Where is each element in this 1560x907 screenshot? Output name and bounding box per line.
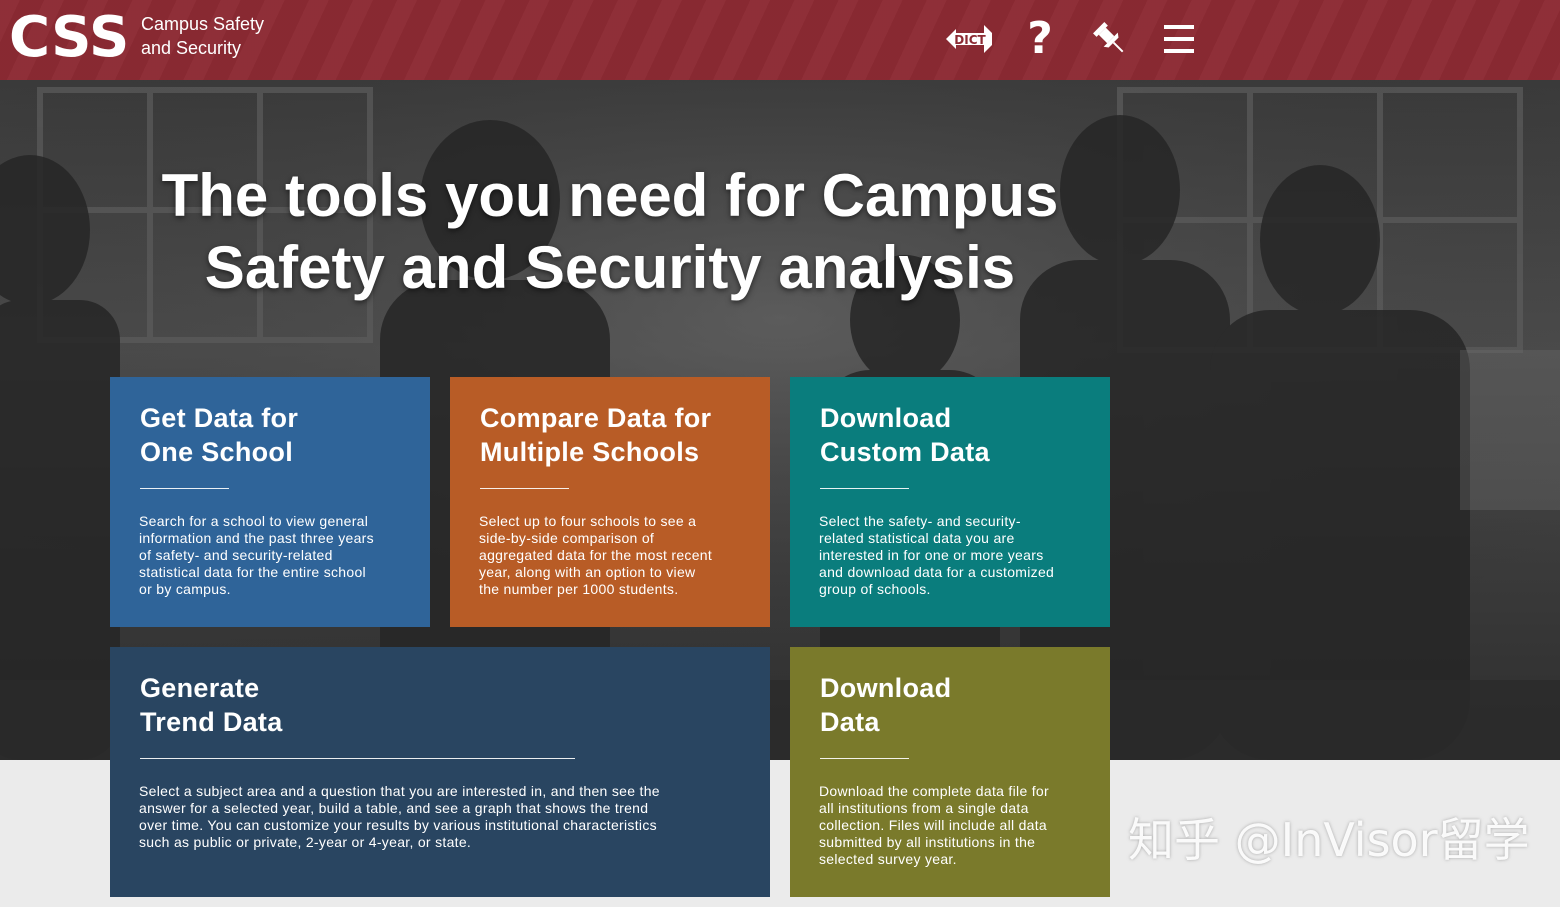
tile-description: Search for a school to view general info… <box>139 513 374 598</box>
menu-icon-graphic <box>1164 25 1194 53</box>
pin-icon[interactable] <box>1085 16 1135 62</box>
site-header: CSS Campus Safety and Security DICT ? <box>0 0 1560 80</box>
tile-title-line2: Multiple Schools <box>480 437 700 467</box>
hero-title-line1: The tools you need for Campus <box>161 162 1059 229</box>
tile-description-line: related statistical data you are <box>819 530 1015 546</box>
dict-icon[interactable]: DICT <box>944 16 994 62</box>
tile-description-line: Select a subject area and a question tha… <box>139 783 660 799</box>
tile-title-line1: Get Data for <box>140 403 299 433</box>
tile-description: Select the safety- and security- related… <box>819 513 1054 598</box>
tile-divider <box>820 488 909 489</box>
tile-description: Download the complete data file for all … <box>819 783 1049 868</box>
tile-download-data[interactable]: Download Data Download the complete data… <box>790 647 1110 897</box>
tile-description-line: information and the past three years <box>139 530 374 546</box>
tile-description-line: Search for a school to view general <box>139 513 369 529</box>
tile-divider <box>480 488 569 489</box>
tile-description-line: the number per 1000 students. <box>479 581 679 597</box>
tile-title-line1: Compare Data for <box>480 403 712 433</box>
pin-icon-graphic <box>1093 22 1124 53</box>
tile-title: Get Data for One School <box>140 401 410 469</box>
tile-title: Generate Trend Data <box>140 671 410 739</box>
tile-description-line: Download the complete data file for <box>819 783 1049 799</box>
site-logo[interactable]: CSS <box>9 3 129 73</box>
tile-description-line: and download data for a customized <box>819 564 1055 580</box>
watermark: 知乎 @InVisor留学 <box>1128 813 1530 867</box>
tile-description-line: submitted by all institutions in the <box>819 834 1036 850</box>
tile-title-line1: Download <box>820 403 952 433</box>
tile-generate-trend-data[interactable]: Generate Trend Data Select a subject are… <box>110 647 770 897</box>
tile-title-line2: Custom Data <box>820 437 990 467</box>
tile-title-line1: Generate <box>140 673 260 703</box>
tile-description-line: aggregated data for the most recent <box>479 547 713 563</box>
help-icon[interactable]: ? <box>1015 16 1065 62</box>
tile-title: Download Custom Data <box>820 401 1090 469</box>
site-subtitle-line2: and Security <box>141 38 242 58</box>
tile-description-line: year, along with an option to view <box>479 564 696 580</box>
tile-description-line: such as public or private, 2-year or 4-y… <box>139 834 472 850</box>
tile-description-line: interested in for one or more years <box>819 547 1044 563</box>
tile-description: Select a subject area and a question tha… <box>139 783 660 851</box>
tile-description-line: Select the safety- and security- <box>819 513 1021 529</box>
tile-description-line: or by campus. <box>139 581 231 597</box>
tile-divider <box>140 488 229 489</box>
tile-title-line1: Download <box>820 673 952 703</box>
tile-description-line: all institutions from a single data <box>819 800 1029 816</box>
tile-title-line2: Data <box>820 707 880 737</box>
tile-description-line: side-by-side comparison of <box>479 530 655 546</box>
tile-description-line: over time. You can customize your result… <box>139 817 657 833</box>
tile-title-line2: Trend Data <box>140 707 283 737</box>
tile-description-line: selected survey year. <box>819 851 957 867</box>
hero-title-line2: Safety and Security analysis <box>204 234 1016 301</box>
tile-description-line: answer for a selected year, build a tabl… <box>139 800 649 816</box>
tile-download-custom-data[interactable]: Download Custom Data Select the safety- … <box>790 377 1110 627</box>
dict-icon-graphic: DICT <box>946 25 992 53</box>
tile-description-line: Select up to four schools to see a <box>479 513 697 529</box>
hero-title: The tools you need for Campus Safety and… <box>120 160 1100 304</box>
tile-description-line: collection. Files will include all data <box>819 817 1048 833</box>
tile-description-line: of safety- and security-related <box>139 547 333 563</box>
menu-icon[interactable] <box>1154 16 1204 62</box>
tile-description-line: group of schools. <box>819 581 931 597</box>
tile-description: Select up to four schools to see a side-… <box>479 513 712 598</box>
tile-title: Download Data <box>820 671 1090 739</box>
tile-compare-data-multiple-schools[interactable]: Compare Data for Multiple Schools Select… <box>450 377 770 627</box>
tile-title-line2: One School <box>140 437 294 467</box>
site-subtitle-line1: Campus Safety <box>141 14 265 34</box>
tile-divider <box>140 758 575 759</box>
tile-divider <box>820 758 909 759</box>
tile-description-line: statistical data for the entire school <box>139 564 366 580</box>
site-subtitle: Campus Safety and Security <box>141 12 301 60</box>
dict-label: DICT <box>954 33 986 47</box>
tile-get-data-one-school[interactable]: Get Data for One School Search for a sch… <box>110 377 430 627</box>
tile-title: Compare Data for Multiple Schools <box>480 401 750 469</box>
